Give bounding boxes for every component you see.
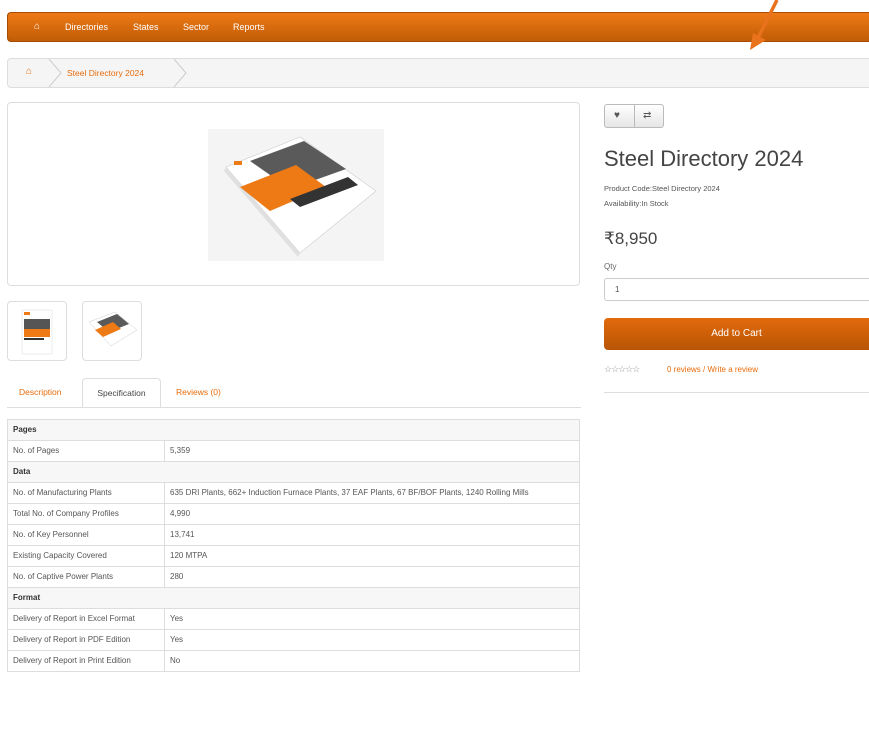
qty-label: Qty xyxy=(604,262,617,271)
nav-states[interactable]: States xyxy=(133,22,159,32)
compare-arrows-icon[interactable]: ⇄ xyxy=(643,110,651,121)
nav-sector[interactable]: Sector xyxy=(183,22,209,32)
breadcrumb-separator-icon xyxy=(173,59,187,87)
heart-icon[interactable]: ♥ xyxy=(614,110,620,121)
main-product-image[interactable] xyxy=(7,102,580,286)
table-row: Delivery of Report in Excel Format Yes xyxy=(7,608,580,630)
table-group-header: Data xyxy=(7,461,580,483)
breadcrumb-home-icon[interactable]: ⌂ xyxy=(26,66,32,77)
tab-divider xyxy=(7,407,581,408)
table-row: Delivery of Report in Print Edition No xyxy=(7,650,580,672)
table-row: No. of Pages 5,359 xyxy=(7,440,580,462)
product-availability: Availability:In Stock xyxy=(604,199,669,208)
wishlist-compare-group: ♥ ⇄ xyxy=(604,104,664,128)
review-links: 0 reviews / Write a review xyxy=(667,365,758,374)
table-row: No. of Key Personnel 13,741 xyxy=(7,524,580,546)
book-cover-image xyxy=(208,129,384,261)
breadcrumb-current[interactable]: Steel Directory 2024 xyxy=(67,68,144,78)
table-group-header: Pages xyxy=(7,419,580,441)
tab-specification[interactable]: Specification xyxy=(82,378,161,408)
divider xyxy=(604,392,869,393)
annotation-arrow-icon xyxy=(750,0,779,50)
product-price: ₹8,950 xyxy=(604,229,658,248)
quantity-input[interactable]: 1 xyxy=(604,278,869,301)
add-to-cart-button[interactable]: Add to Cart xyxy=(604,318,869,350)
thumbnail-angled-cover[interactable] xyxy=(82,301,142,361)
nav-directories[interactable]: Directories xyxy=(65,22,108,32)
table-row: Delivery of Report in PDF Edition Yes xyxy=(7,629,580,651)
product-title: Steel Directory 2024 xyxy=(604,146,804,171)
table-row: Existing Capacity Covered 120 MTPA xyxy=(7,545,580,567)
product-code: Product Code:Steel Directory 2024 xyxy=(604,184,720,193)
specification-table: Pages No. of Pages 5,359 Data No. of Manu… xyxy=(7,419,580,672)
breadcrumb: ⌂ Steel Directory 2024 xyxy=(7,58,869,88)
write-review-link[interactable]: Write a review xyxy=(707,365,758,374)
thumbnail-front-cover[interactable] xyxy=(7,301,67,361)
reviews-link[interactable]: 0 reviews xyxy=(667,365,701,374)
nav-reports[interactable]: Reports xyxy=(233,22,265,32)
table-row: No. of Manufacturing Plants 635 DRI Plant… xyxy=(7,482,580,504)
breadcrumb-separator-icon xyxy=(48,59,62,87)
tab-reviews[interactable]: Reviews (0) xyxy=(176,378,221,408)
table-row: No. of Captive Power Plants 280 xyxy=(7,566,580,588)
rating-stars-icon: ☆☆☆☆☆ xyxy=(604,364,640,374)
table-group-header: Format xyxy=(7,587,580,609)
table-row: Total No. of Company Profiles 4,990 xyxy=(7,503,580,525)
home-icon[interactable]: ⌂ xyxy=(34,21,40,32)
tab-description[interactable]: Description xyxy=(19,378,62,408)
